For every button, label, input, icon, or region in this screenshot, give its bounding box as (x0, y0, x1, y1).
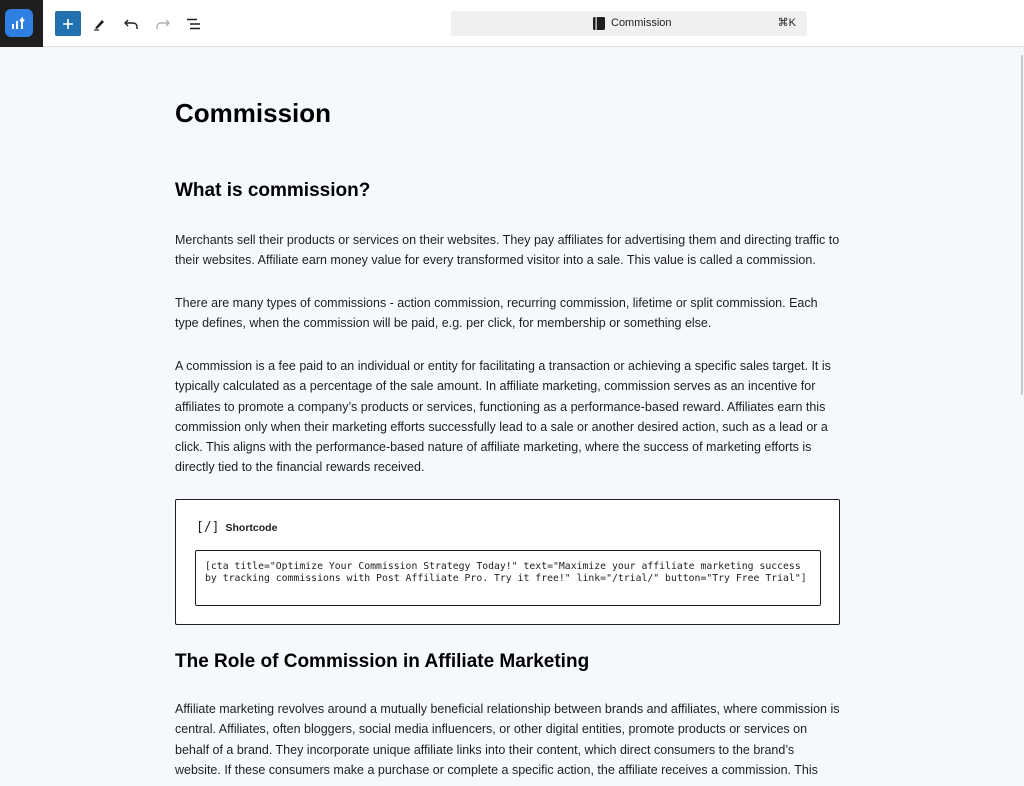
tools-button[interactable] (86, 11, 112, 36)
plus-icon (63, 18, 73, 29)
paragraph[interactable]: Affiliate marketing revolves around a mu… (175, 699, 840, 780)
list-view-icon (187, 18, 200, 29)
undo-icon (124, 19, 138, 29)
add-block-button[interactable] (55, 11, 81, 36)
shortcut-hint: ⌘K (777, 17, 796, 29)
shortcode-label: Shortcode (225, 521, 278, 534)
logo-icon (5, 9, 33, 37)
document-title-label: Commission (611, 17, 672, 29)
redo-button[interactable] (150, 11, 176, 36)
scrollbar-thumb[interactable] (1021, 55, 1023, 395)
undo-button[interactable] (118, 11, 144, 36)
heading-what-is-commission[interactable]: What is commission? (175, 180, 370, 202)
heading-role-of-commission[interactable]: The Role of Commission in Affiliate Mark… (175, 651, 589, 673)
shortcode-block-header: [/] Shortcode (196, 520, 277, 535)
paragraph[interactable]: A commission is a fee paid to an individ… (175, 356, 840, 478)
document-overview-button[interactable] (181, 11, 207, 36)
shortcode-block[interactable]: [/] Shortcode [cta title="Optimize Your … (175, 499, 840, 625)
command-palette-button[interactable]: Commission ⌘K (451, 11, 807, 36)
page-icon (593, 17, 605, 30)
shortcode-input[interactable]: [cta title="Optimize Your Commission Str… (195, 550, 821, 606)
paragraph[interactable]: Merchants sell their products or service… (175, 230, 840, 271)
scrollbar[interactable] (1020, 47, 1024, 786)
site-logo-button[interactable] (0, 0, 43, 47)
page-title[interactable]: Commission (175, 98, 331, 129)
shortcode-icon: [/] (196, 520, 220, 535)
editor-toolbar: Commission ⌘K (0, 0, 1024, 47)
redo-icon (156, 19, 170, 29)
pen-icon (94, 19, 104, 31)
paragraph[interactable]: There are many types of commissions - ac… (175, 293, 840, 334)
